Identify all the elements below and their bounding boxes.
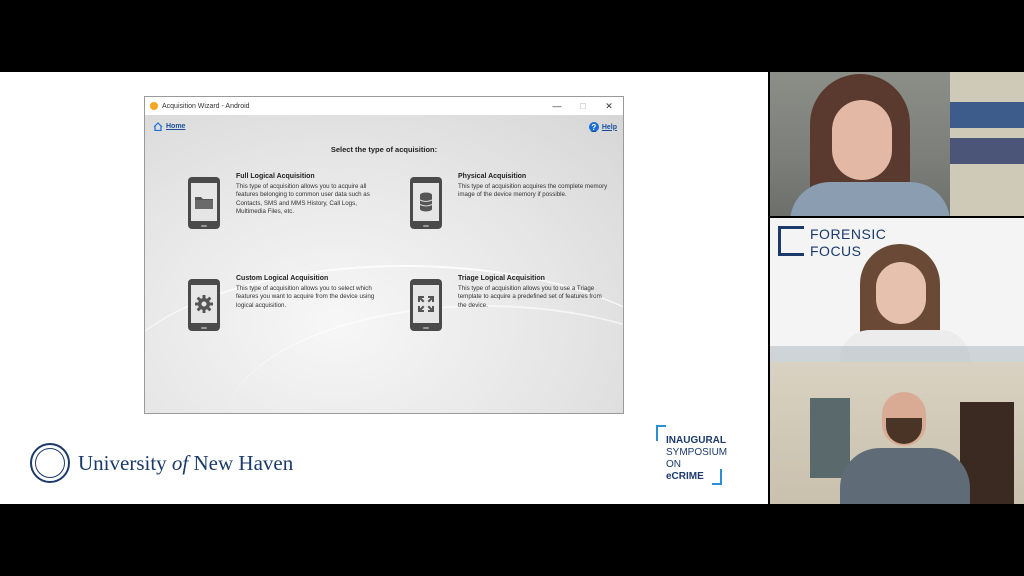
- triage-icon: [418, 296, 434, 312]
- physical-acquisition-option[interactable]: Physical Acquisition This type of acquis…: [410, 173, 610, 237]
- close-button[interactable]: ✕: [597, 97, 621, 115]
- folder-icon: [195, 197, 213, 209]
- university-branding: University of New Haven: [30, 443, 293, 483]
- option-title: Full Logical Acquisition: [236, 173, 315, 180]
- participant-video-2: FORENSIC FOCUS: [770, 218, 1024, 362]
- app-icon: [150, 102, 158, 110]
- acquisition-wizard-window: Acquisition Wizard - Android — ☐ ✕ Home …: [144, 96, 624, 414]
- symposium-branding: INAUGURAL SYMPOSIUM ON eCRIME: [656, 425, 728, 485]
- option-description: This type of acquisition allows you to s…: [236, 285, 375, 309]
- symposium-line1: INAUGURAL: [666, 435, 726, 446]
- triage-logical-acquisition-option[interactable]: Triage Logical Acquisition This type of …: [410, 275, 610, 339]
- maximize-button[interactable]: ☐: [571, 97, 595, 115]
- gear-icon: [195, 295, 213, 313]
- option-description: This type of acquisition allows you to u…: [458, 285, 602, 309]
- home-label: Home: [166, 123, 186, 130]
- phone-icon: [410, 177, 442, 229]
- database-icon: [419, 192, 433, 212]
- phone-icon: [188, 279, 220, 331]
- custom-logical-acquisition-option[interactable]: Custom Logical Acquisition This type of …: [188, 275, 388, 339]
- option-description: This type of acquisition acquires the co…: [458, 183, 608, 199]
- wizard-body: Home ? Help Select the type of acquisiti…: [145, 115, 623, 413]
- minimize-button[interactable]: —: [545, 97, 569, 115]
- university-name: University of New Haven: [78, 450, 294, 475]
- phone-icon: [188, 177, 220, 229]
- help-link[interactable]: ? Help: [588, 122, 617, 132]
- forensic-focus-logo: FORENSIC FOCUS: [778, 226, 886, 260]
- option-description: This type of acquisition allows you to a…: [236, 183, 370, 216]
- option-title: Triage Logical Acquisition: [458, 275, 545, 282]
- option-title: Physical Acquisition: [458, 173, 527, 180]
- option-title: Custom Logical Acquisition: [236, 275, 329, 282]
- symposium-line2: SYMPOSIUM ON: [666, 447, 728, 470]
- help-label: Help: [601, 123, 617, 131]
- full-logical-acquisition-option[interactable]: Full Logical Acquisition This type of ac…: [188, 173, 388, 237]
- help-icon: ?: [588, 122, 599, 132]
- page-heading: Select the type of acquisition:: [330, 145, 438, 154]
- home-icon: [153, 122, 163, 131]
- phone-icon: [410, 279, 442, 331]
- university-seal-logo: [30, 443, 70, 483]
- participant-video-3: [770, 362, 1024, 504]
- window-title: Acquisition Wizard - Android: [162, 102, 250, 110]
- title-bar: Acquisition Wizard - Android — ☐ ✕: [145, 97, 623, 115]
- symposium-line3: eCRIME: [666, 471, 704, 482]
- home-link[interactable]: Home: [153, 122, 185, 131]
- participant-video-1: [770, 72, 1024, 216]
